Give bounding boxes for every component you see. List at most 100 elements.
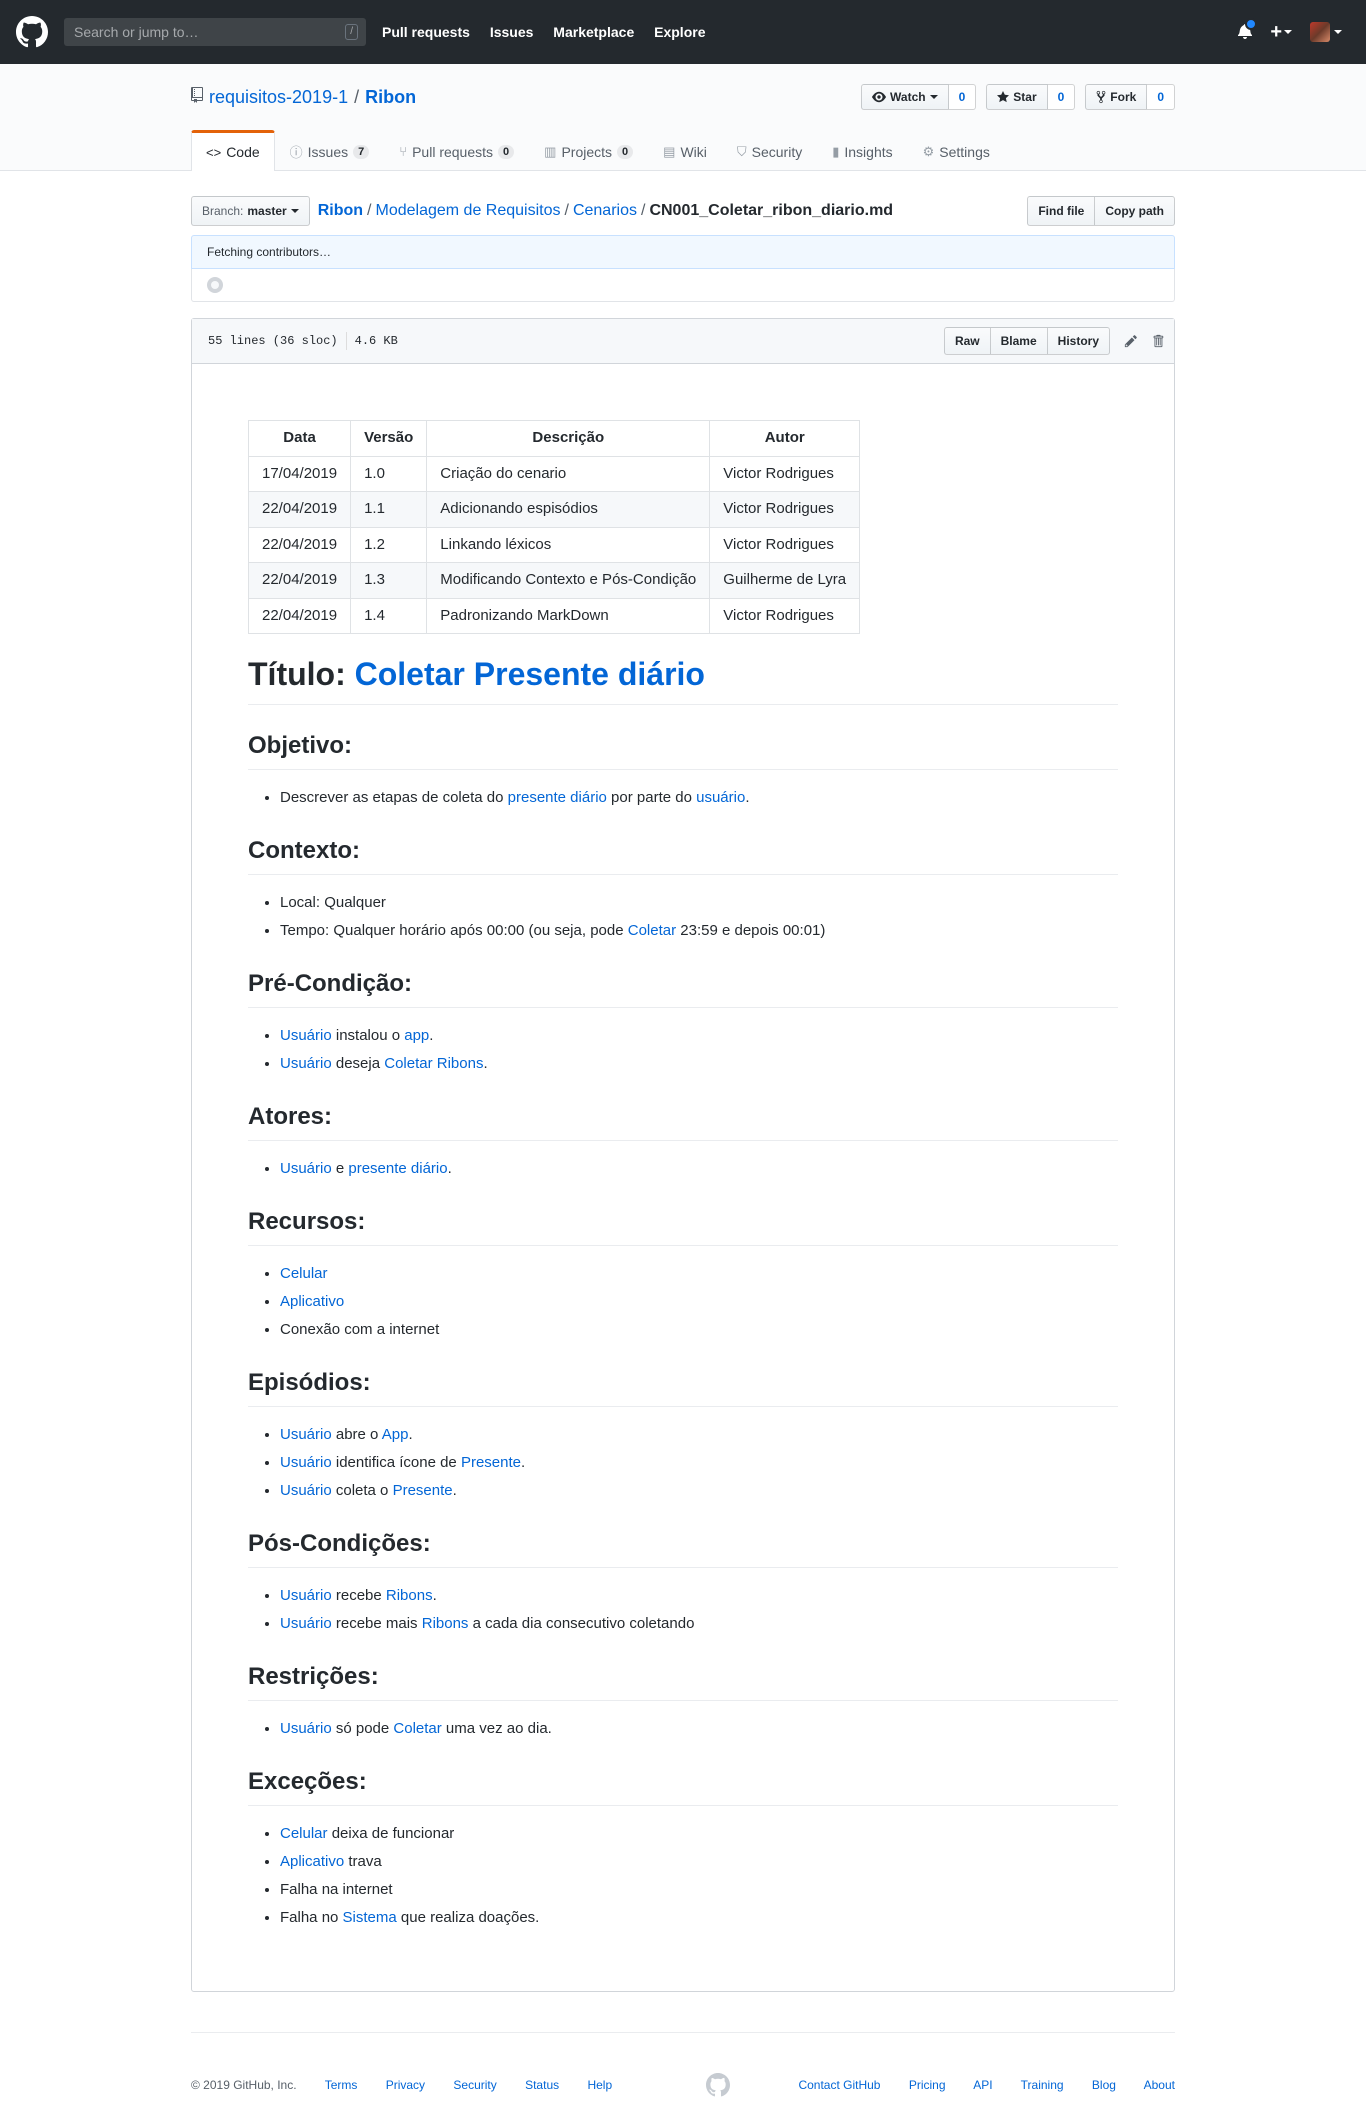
lexicon-link[interactable]: Ribons — [386, 1587, 433, 1604]
footer-link-about[interactable]: About — [1144, 2078, 1175, 2092]
footer-link-pricing[interactable]: Pricing — [909, 2078, 946, 2092]
table-row: 22/04/2019 1.4 Padronizando MarkDown Victor… — [247, 597, 861, 634]
footer-link-api[interactable]: API — [973, 2078, 992, 2092]
lexicon-link[interactable]: Coletar — [393, 1720, 441, 1737]
footer-link-security[interactable]: Security — [453, 2078, 496, 2092]
list-text: trava — [344, 1853, 382, 1870]
raw-button[interactable]: Raw — [943, 327, 991, 355]
title-link[interactable]: Coletar Presente diário — [355, 656, 705, 692]
list-text: identifica ícone de — [331, 1454, 461, 1471]
breadcrumb-dir[interactable]: Cenarios — [573, 202, 637, 219]
footer-link-terms[interactable]: Terms — [325, 2078, 358, 2092]
lexicon-link[interactable]: presente diário — [348, 1160, 447, 1177]
nav-explore[interactable]: Explore — [654, 24, 705, 40]
lexicon-link[interactable]: Usuário — [280, 1615, 332, 1632]
lexicon-link[interactable]: Usuário — [280, 1160, 332, 1177]
blame-button[interactable]: Blame — [990, 327, 1048, 355]
search-input[interactable] — [72, 23, 316, 41]
table-header: Descrição — [426, 420, 711, 457]
lexicon-link[interactable]: Usuário — [280, 1055, 332, 1072]
list-item: Tempo: Qualquer horário após 00:00 (ou s… — [280, 919, 1118, 943]
fork-label: Fork — [1110, 90, 1137, 104]
nav-pull-requests[interactable]: Pull requests — [382, 24, 470, 40]
lexicon-link[interactable]: Presente — [461, 1454, 521, 1471]
lexicon-link[interactable]: Usuário — [280, 1426, 332, 1443]
fork-count[interactable]: 0 — [1147, 84, 1175, 110]
search-box[interactable]: / — [64, 18, 366, 46]
footer-link-status[interactable]: Status — [525, 2078, 559, 2092]
tab-insights[interactable]: ▮ Insights — [817, 130, 907, 170]
breadcrumb-root[interactable]: Ribon — [318, 202, 363, 219]
list-text: . — [483, 1055, 488, 1072]
lexicon-link[interactable]: Usuário — [280, 1482, 332, 1499]
lexicon-link[interactable]: Coletar — [628, 922, 676, 939]
file-nav-buttons: Find file Copy path — [1027, 196, 1175, 226]
section-heading: Atores: — [248, 1102, 1118, 1141]
tab-issues[interactable]: ⓘ Issues 7 — [275, 130, 385, 170]
title-prefix: Título: — [248, 656, 346, 692]
footer-link-blog[interactable]: Blog — [1092, 2078, 1116, 2092]
list-text: Local: Qualquer — [280, 894, 386, 911]
copy-path-button[interactable]: Copy path — [1095, 196, 1175, 226]
list-item: Usuário identifica ícone de Presente. — [280, 1451, 1118, 1475]
footer-link-help[interactable]: Help — [587, 2078, 612, 2092]
fetching-contributors: Fetching contributors… — [207, 245, 332, 259]
watch-count[interactable]: 0 — [948, 84, 977, 110]
footer-link-contact[interactable]: Contact GitHub — [798, 2078, 880, 2092]
repo-owner-link[interactable]: requisitos-2019-1 — [209, 87, 348, 108]
tab-code[interactable]: <> Code — [191, 130, 275, 171]
lexicon-link[interactable]: Celular — [280, 1265, 328, 1282]
chevron-down-icon — [929, 95, 938, 99]
footer-link-privacy[interactable]: Privacy — [386, 2078, 425, 2092]
lexicon-link[interactable]: Sistema — [343, 1909, 397, 1926]
lexicon-link[interactable]: Celular — [280, 1825, 328, 1842]
wiki-icon: ▤ — [663, 143, 676, 159]
slash-key-hint: / — [345, 24, 358, 40]
history-button[interactable]: History — [1047, 327, 1110, 355]
tab-wiki[interactable]: ▤ Wiki — [648, 130, 722, 170]
lexicon-link[interactable]: presente diário — [508, 789, 607, 806]
find-file-button[interactable]: Find file — [1027, 196, 1096, 226]
lexicon-link[interactable]: Usuário — [280, 1720, 332, 1737]
list-text: deixa de funcionar — [327, 1825, 455, 1842]
user-menu[interactable] — [1310, 22, 1342, 42]
nav-marketplace[interactable]: Marketplace — [553, 24, 634, 40]
nav-issues[interactable]: Issues — [490, 24, 534, 40]
lexicon-link[interactable]: usuário — [696, 789, 745, 806]
lexicon-link[interactable]: Ribons — [422, 1615, 469, 1632]
github-logo-icon[interactable] — [16, 16, 48, 48]
pencil-icon[interactable] — [1124, 334, 1138, 348]
notifications-bell-icon[interactable] — [1238, 17, 1258, 42]
lexicon-link[interactable]: Usuário — [280, 1027, 332, 1044]
create-new-menu[interactable]: + — [1270, 21, 1292, 44]
lexicon-link[interactable]: Coletar Ribons — [384, 1055, 483, 1072]
tab-pull-requests[interactable]: ⑂ Pull requests 0 — [384, 130, 529, 170]
star-label: Star — [1013, 90, 1037, 104]
tab-settings[interactable]: ⚙ Settings — [908, 130, 1005, 170]
footer-link-training[interactable]: Training — [1021, 2078, 1064, 2092]
tab-projects[interactable]: ▥ Projects 0 — [529, 130, 648, 170]
star-count[interactable]: 0 — [1047, 84, 1076, 110]
trash-icon[interactable] — [1152, 334, 1164, 348]
watch-button[interactable]: Watch — [861, 84, 949, 110]
branch-select-button[interactable]: Branch: master — [191, 196, 310, 226]
repo-name-link[interactable]: Ribon — [365, 87, 416, 108]
lexicon-link[interactable]: app — [404, 1027, 429, 1044]
table-row: 22/04/2019 1.3 Modificando Contexto e Pós-… — [247, 562, 861, 599]
lexicon-link[interactable]: App — [382, 1426, 409, 1443]
star-button[interactable]: Star — [986, 84, 1048, 110]
fork-button[interactable]: Fork — [1085, 84, 1148, 110]
lexicon-link[interactable]: Aplicativo — [280, 1853, 344, 1870]
repo-tabs: <> Code ⓘ Issues 7 ⑂ Pull requests 0 ▥ Project… — [191, 130, 1175, 171]
lexicon-link[interactable]: Presente — [393, 1482, 453, 1499]
lexicon-link[interactable]: Usuário — [280, 1587, 332, 1604]
list-item: Usuário recebe mais Ribons a cada dia co… — [280, 1612, 1118, 1636]
fork-action: Fork 0 — [1085, 84, 1175, 110]
breadcrumb-dir[interactable]: Modelagem de Requisitos — [376, 202, 561, 219]
github-mark-icon[interactable] — [705, 2073, 730, 2097]
shield-icon: ⛉ — [736, 143, 747, 159]
tab-security[interactable]: ⛉ Security — [722, 130, 817, 170]
lexicon-link[interactable]: Aplicativo — [280, 1293, 344, 1310]
list-text: Descrever as etapas de coleta do — [280, 789, 508, 806]
lexicon-link[interactable]: Usuário — [280, 1454, 332, 1471]
